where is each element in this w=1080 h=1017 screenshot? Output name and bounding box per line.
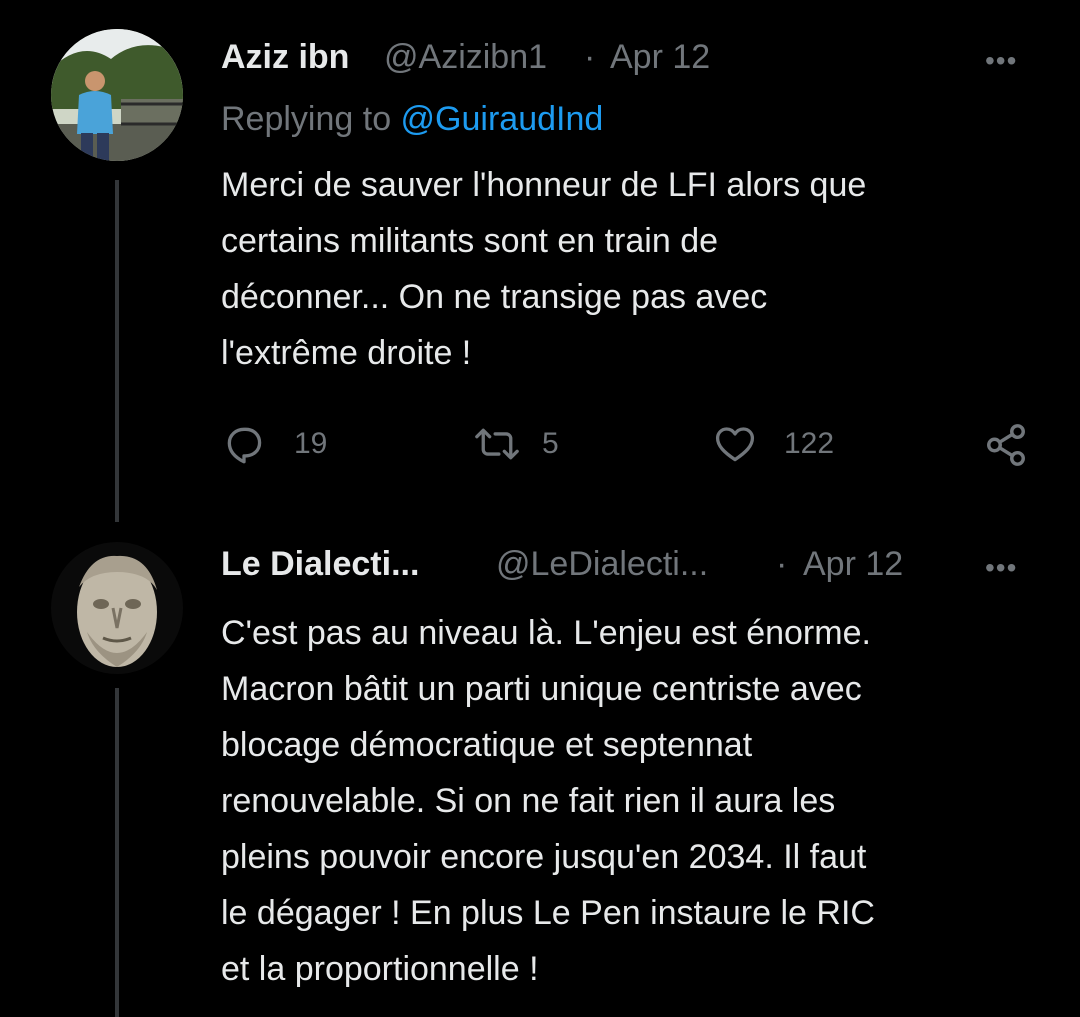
tweet-text-line: certains militants sont en train de <box>221 222 719 260</box>
thread-line <box>115 180 119 520</box>
reply-icon <box>222 422 266 466</box>
tweet-date[interactable]: Apr 12 <box>803 545 903 584</box>
avatar[interactable] <box>51 29 183 161</box>
thread-line <box>115 520 119 522</box>
author-handle[interactable]: @Azizibn1 <box>384 38 547 77</box>
tweet-text: Merci de sauver l'honneur de LFI alors q… <box>221 157 866 381</box>
share-button[interactable] <box>983 422 1029 468</box>
share-icon <box>983 422 1029 468</box>
retweet-button[interactable]: 5 <box>472 422 559 466</box>
tweet-text-line: Merci de sauver l'honneur de LFI alors q… <box>221 166 867 204</box>
like-button[interactable]: 122 <box>712 422 834 466</box>
like-count: 122 <box>784 427 835 460</box>
more-options-icon[interactable]: ••• <box>985 552 1017 584</box>
replying-label: Replying to <box>221 100 401 138</box>
tweet-text-line: le dégager ! En plus Le Pen instaure le … <box>221 894 875 932</box>
reply-button[interactable]: 19 <box>222 422 327 466</box>
more-options-icon[interactable]: ••• <box>985 45 1017 77</box>
tweet-text-line: Macron bâtit un parti unique centriste a… <box>221 670 862 708</box>
author-name[interactable]: Aziz ibn <box>221 38 349 77</box>
avatar[interactable] <box>51 542 183 674</box>
tweet-text-line: pleins pouvoir encore jusqu'en 2034. Il … <box>221 838 867 876</box>
replying-mention-link[interactable]: @GuiraudInd <box>401 100 604 138</box>
separator: · <box>584 38 596 76</box>
tweet-text: C'est pas au niveau là. L'enjeu est énor… <box>221 605 875 997</box>
author-name[interactable]: Le Dialecti... <box>221 545 419 584</box>
tweet-text-line: C'est pas au niveau là. L'enjeu est énor… <box>221 614 871 652</box>
tweet-text-line: l'extrême droite ! <box>221 334 472 372</box>
separator: · <box>776 545 788 583</box>
tweet-2[interactable]: Le Dialecti... @LeDialecti... · Apr 12 •… <box>0 520 1080 1017</box>
tweet-text-line: blocage démocratique et septennat <box>221 726 753 764</box>
author-handle[interactable]: @LeDialecti... <box>496 545 708 584</box>
tweet-text-line: déconner... On ne transige pas avec <box>221 278 768 316</box>
tweet-text-line: renouvelable. Si on ne fait rien il aura… <box>221 782 836 820</box>
retweet-icon <box>472 422 522 466</box>
thread-line <box>115 688 119 1017</box>
replying-to: Replying to @GuiraudInd <box>221 100 603 139</box>
reply-count: 19 <box>294 427 328 460</box>
tweet-date[interactable]: Apr 12 <box>610 38 710 77</box>
retweet-count: 5 <box>542 427 559 460</box>
tweet-1[interactable]: Aziz ibn @Azizibn1 · Apr 12 ••• Replying… <box>0 0 1080 520</box>
heart-icon <box>712 422 758 466</box>
tweet-text-line: et la proportionnelle ! <box>221 950 539 988</box>
